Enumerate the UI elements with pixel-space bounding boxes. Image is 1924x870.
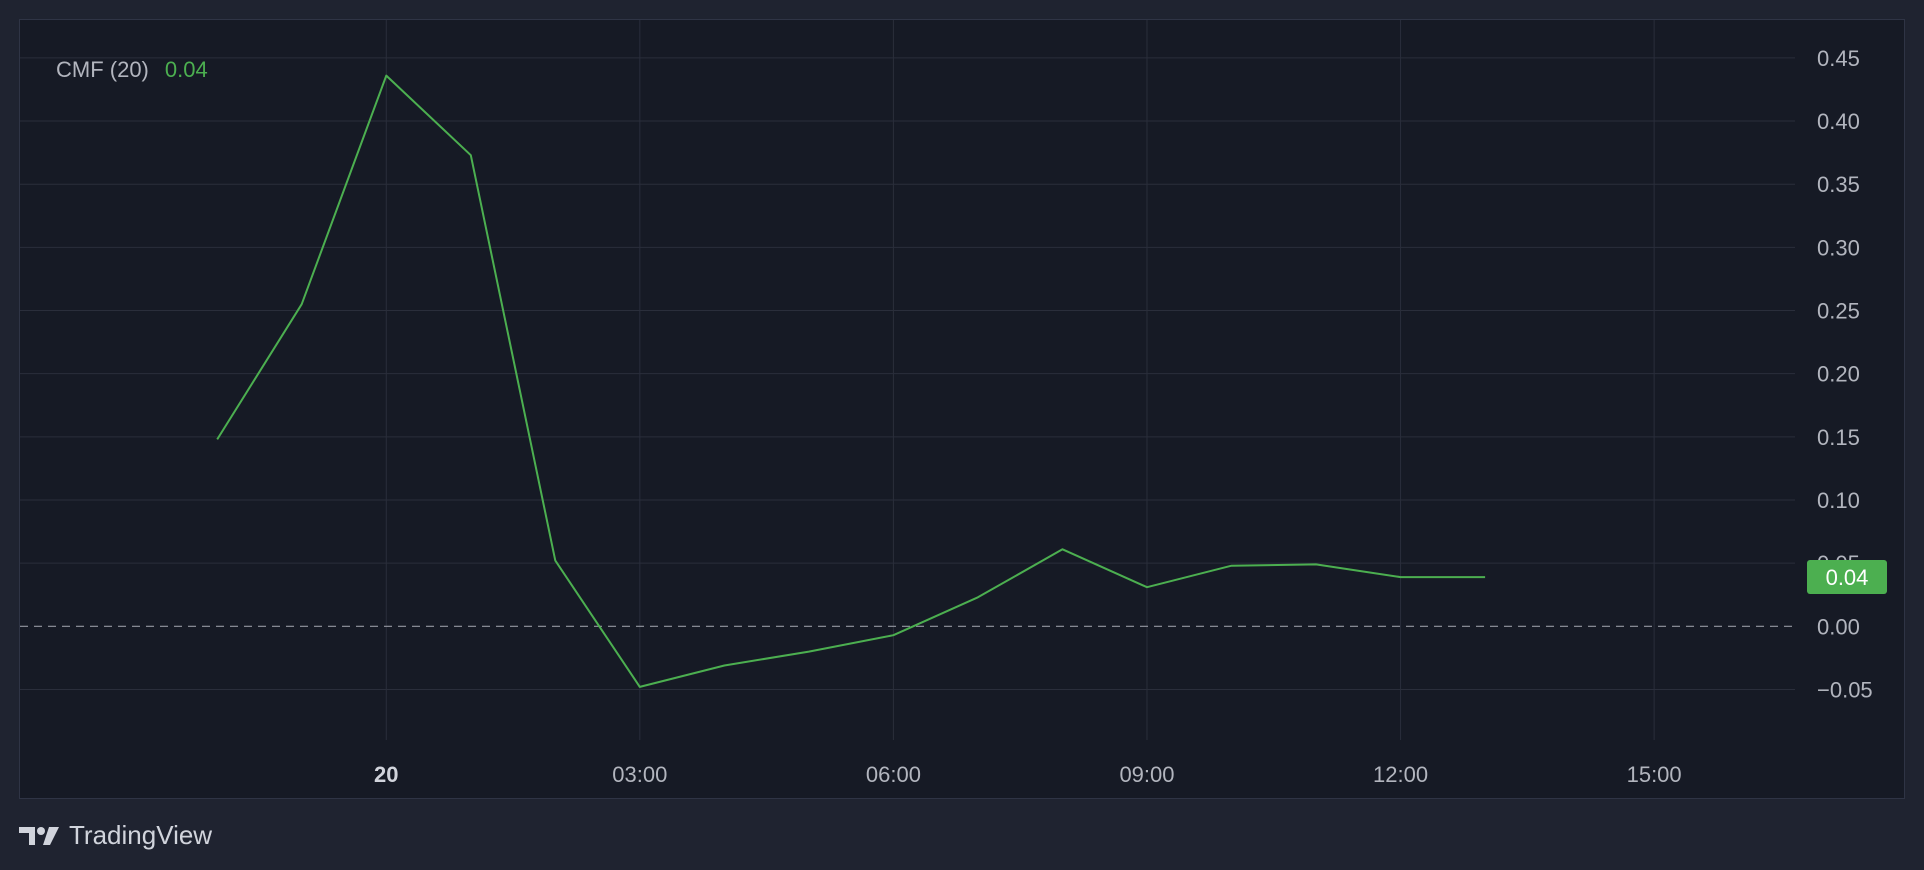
legend-indicator-name: CMF (20) xyxy=(56,57,149,82)
tradingview-logo-icon xyxy=(19,826,59,845)
brand-name: TradingView xyxy=(69,820,213,850)
x-tick-label: 09:00 xyxy=(1119,762,1174,787)
x-tick-label: 03:00 xyxy=(612,762,667,787)
y-tick-label: 0.15 xyxy=(1817,425,1860,450)
indicator-legend: CMF (20) 0.04 xyxy=(56,57,208,83)
y-tick-label: −0.05 xyxy=(1817,677,1873,702)
x-tick-label: 06:00 xyxy=(866,762,921,787)
y-tick-label: 0.30 xyxy=(1817,235,1860,260)
y-tick-label: 0.10 xyxy=(1817,488,1860,513)
y-tick-label: 0.45 xyxy=(1817,46,1860,71)
last-value-label: 0.04 xyxy=(1826,565,1869,590)
legend-indicator-value: 0.04 xyxy=(164,57,208,82)
cmf-series-line xyxy=(216,74,1486,688)
cmf-chart[interactable]: −0.050.000.050.100.150.200.250.300.350.4… xyxy=(20,20,1906,800)
x-tick-label: 20 xyxy=(374,762,398,787)
footer-branding: TradingView xyxy=(19,820,212,851)
y-tick-label: 0.40 xyxy=(1817,109,1860,134)
y-tick-label: 0.00 xyxy=(1817,614,1860,639)
y-tick-label: 0.25 xyxy=(1817,299,1860,324)
x-tick-label: 15:00 xyxy=(1627,762,1682,787)
y-tick-label: 0.35 xyxy=(1817,172,1860,197)
chart-panel[interactable]: −0.050.000.050.100.150.200.250.300.350.4… xyxy=(19,19,1905,799)
y-tick-label: 0.20 xyxy=(1817,362,1860,387)
x-tick-label: 12:00 xyxy=(1373,762,1428,787)
